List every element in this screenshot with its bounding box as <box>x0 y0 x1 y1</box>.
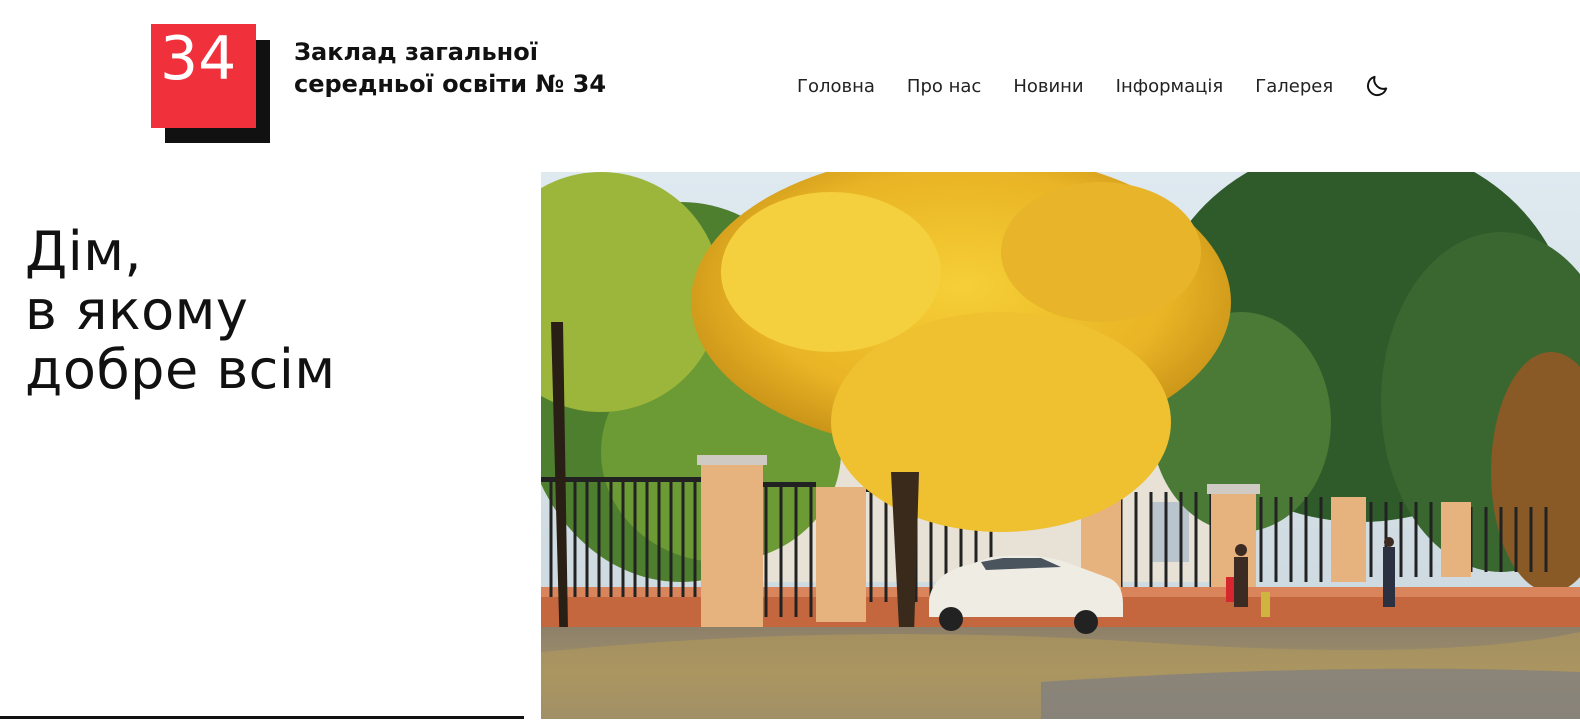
theme-toggle-button[interactable] <box>1363 72 1391 100</box>
site-title-line-2: середньої освіти № 34 <box>294 70 607 98</box>
site-logo-link[interactable]: 34 Заклад загальної середньої освіти № 3… <box>151 24 631 149</box>
main-nav: Головна Про нас Новини Інформація Галере… <box>797 72 1391 100</box>
hero-heading-line-3: добре всім <box>25 338 336 401</box>
site-title: Заклад загальної середньої освіти № 34 <box>294 36 634 100</box>
site-header: 34 Заклад загальної середньої освіти № 3… <box>0 0 1580 160</box>
nav-item-news[interactable]: Новини <box>1013 76 1083 97</box>
hero-heading-line-1: Дім, <box>25 220 143 283</box>
nav-item-about[interactable]: Про нас <box>907 76 981 97</box>
nav-item-info[interactable]: Інформація <box>1116 76 1224 97</box>
nav-item-gallery[interactable]: Галерея <box>1255 76 1333 97</box>
hero-heading-line-2: в якому <box>25 279 249 342</box>
logo-number: 34 <box>151 24 256 128</box>
moon-icon <box>1367 75 1388 97</box>
hero-divider <box>0 716 524 719</box>
nav-item-home[interactable]: Головна <box>797 76 875 97</box>
logo-mark: 34 <box>151 24 271 144</box>
hero-image <box>541 172 1580 719</box>
hero-heading: Дім, в якому добре всім <box>25 222 336 399</box>
site-title-line-1: Заклад загальної <box>294 38 538 66</box>
